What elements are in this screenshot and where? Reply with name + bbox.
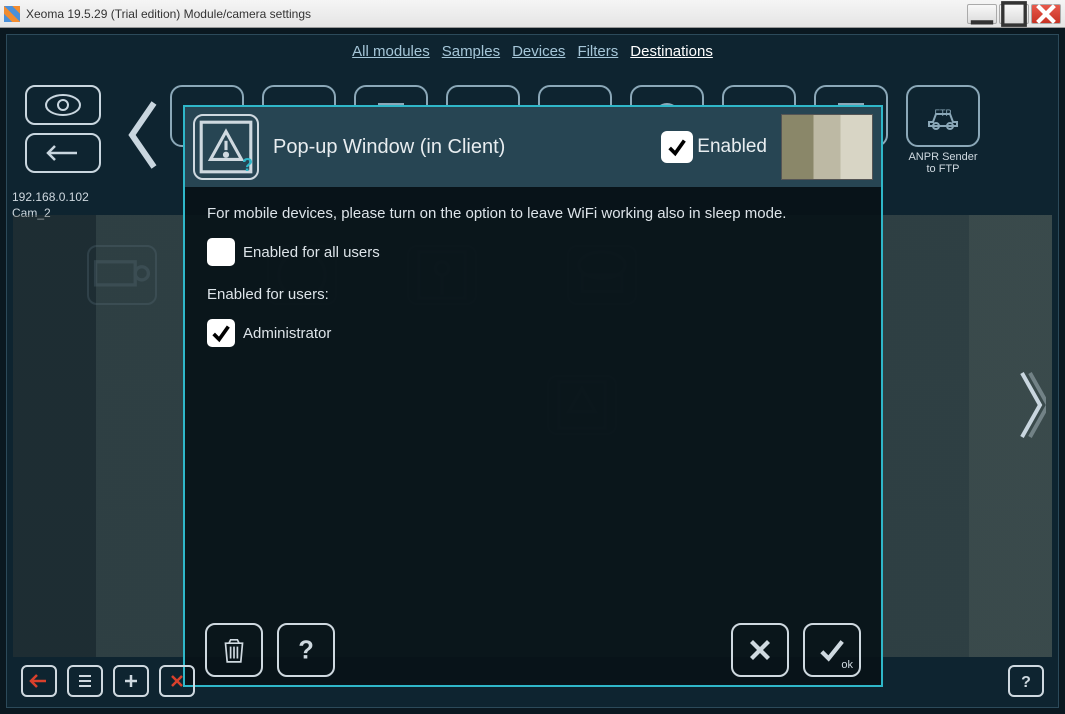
all-users-checkbox[interactable]: [207, 238, 235, 266]
dialog-header: ? Pop-up Window (in Client) Enabled: [185, 107, 881, 187]
dialog-instruction: For mobile devices, please turn on the o…: [207, 205, 859, 222]
enabled-checkbox[interactable]: [661, 131, 693, 163]
nav-destinations[interactable]: Destinations: [630, 43, 713, 60]
users-header: Enabled for users:: [207, 286, 859, 303]
camera-ip: 192.168.0.102: [12, 190, 89, 206]
svg-text:FTP: FTP: [935, 108, 952, 118]
nav-filters[interactable]: Filters: [577, 43, 618, 60]
status-bar: ?: [11, 659, 1054, 703]
dialog-title: Pop-up Window (in Client): [273, 136, 647, 159]
nav-all-modules[interactable]: All modules: [352, 43, 430, 60]
module-scroll-right[interactable]: [1016, 365, 1046, 450]
popup-settings-dialog: ? Pop-up Window (in Client) Enabled For …: [183, 105, 883, 687]
module-item[interactable]: FTP ANPR Sender to FTP: [903, 85, 983, 175]
remove-button[interactable]: [159, 665, 195, 697]
minimize-button[interactable]: [967, 4, 997, 24]
dialog-body: For mobile devices, please turn on the o…: [185, 187, 881, 615]
enabled-label: Enabled: [697, 136, 767, 158]
back-button[interactable]: [25, 133, 101, 173]
list-button[interactable]: [67, 665, 103, 697]
popup-window-icon: ?: [193, 114, 259, 180]
bottom-back-button[interactable]: [21, 665, 57, 697]
nav-devices[interactable]: Devices: [512, 43, 565, 60]
module-label: ANPR Sender to FTP: [903, 151, 983, 175]
user-label: Administrator: [243, 325, 331, 342]
global-help-button[interactable]: ?: [1008, 665, 1044, 697]
window-title: Xeoma 19.5.29 (Trial edition) Module/cam…: [26, 7, 967, 21]
module-scroll-left[interactable]: [122, 95, 162, 180]
module-filter-nav: All modules Samples Devices Filters Dest…: [7, 35, 1058, 68]
svg-text:?: ?: [1021, 674, 1031, 691]
camera-thumbnail[interactable]: [781, 114, 873, 180]
view-button[interactable]: [25, 85, 101, 125]
maximize-button[interactable]: [999, 4, 1029, 24]
all-users-label: Enabled for all users: [243, 244, 380, 261]
add-button[interactable]: [113, 665, 149, 697]
close-button[interactable]: [1031, 4, 1061, 24]
window-titlebar: Xeoma 19.5.29 (Trial edition) Module/cam…: [0, 0, 1065, 28]
user-checkbox-administrator[interactable]: [207, 319, 235, 347]
app-icon: [4, 6, 20, 22]
nav-samples[interactable]: Samples: [442, 43, 500, 60]
